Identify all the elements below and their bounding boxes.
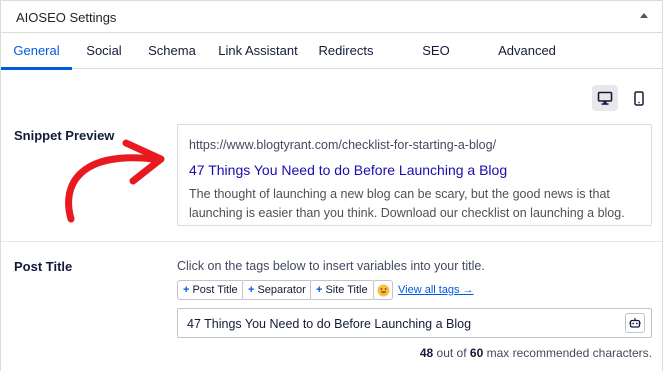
tab-seo-revisions[interactable]: SEO Revisions	[395, 34, 477, 92]
ai-generate-title-button[interactable]	[625, 313, 645, 333]
plus-icon: +	[316, 284, 323, 296]
post-title-input[interactable]: 47 Things You Need to do Before Launchin…	[177, 308, 652, 338]
tab-social[interactable]: Social	[77, 34, 131, 69]
snippet-title-link[interactable]: 47 Things You Need to do Before Launchin…	[189, 162, 507, 178]
character-count: 48 out of 60 max recommended characters.	[420, 346, 652, 360]
tab-general-label: General	[13, 43, 60, 58]
panel-header: AIOSEO Settings	[1, 1, 662, 33]
snippet-description: The thought of launching a new blog can …	[189, 187, 625, 220]
tab-schema[interactable]: Schema	[144, 34, 200, 69]
plus-icon: +	[248, 284, 255, 296]
tab-schema-label: Schema	[148, 43, 196, 58]
mobile-icon	[634, 90, 644, 106]
panel-title: AIOSEO Settings	[16, 10, 117, 25]
char-count-max: 60	[469, 346, 484, 360]
insert-separator-tag-button[interactable]: + Separator	[242, 280, 313, 300]
post-title-input-value: 47 Things You Need to do Before Launchin…	[187, 317, 472, 331]
section-divider	[1, 241, 662, 242]
tab-redirects-label: Redirects	[318, 43, 374, 58]
tab-link-assistant[interactable]: Link Assistant	[216, 34, 300, 69]
desktop-preview-button[interactable]	[592, 85, 618, 111]
tab-link-assistant-label: Link Assistant	[218, 43, 298, 58]
annotation-arrow-icon	[65, 139, 165, 223]
insert-post-title-tag-button[interactable]: + Post Title	[177, 280, 245, 300]
char-count-current: 48	[419, 346, 434, 360]
robot-icon	[629, 318, 641, 328]
snippet-preview-card: https://www.blogtyrant.com/checklist-for…	[177, 124, 652, 226]
mobile-preview-button[interactable]	[626, 85, 652, 111]
post-title-label: Post Title	[14, 259, 73, 274]
char-count-middle: out of	[433, 346, 470, 360]
insert-site-title-tag-button[interactable]: + Site Title	[310, 280, 375, 300]
tab-redirects[interactable]: Redirects	[317, 34, 375, 69]
settings-tabs: General Social Schema Link Assistant Red…	[1, 34, 662, 92]
tag-label: Separator	[257, 284, 306, 296]
emoji-icon	[377, 284, 389, 296]
view-all-tags-link[interactable]: View all tags →	[398, 284, 474, 296]
tab-social-label: Social	[86, 43, 122, 58]
desktop-icon	[597, 91, 613, 105]
char-count-suffix: max recommended characters.	[483, 346, 652, 360]
tab-advanced-label: Advanced	[498, 43, 556, 58]
post-title-help-text: Click on the tags below to insert variab…	[177, 259, 485, 273]
aioseo-settings-panel: AIOSEO Settings General Social Schema Li…	[0, 0, 663, 371]
tag-label: Post Title	[192, 284, 238, 296]
tab-general[interactable]: General	[1, 34, 72, 70]
snippet-url: https://www.blogtyrant.com/checklist-for…	[189, 138, 497, 152]
tag-label: Site Title	[325, 284, 368, 296]
plus-icon: +	[183, 284, 190, 296]
tab-advanced[interactable]: Advanced	[496, 34, 558, 69]
collapse-toggle-icon[interactable]	[640, 13, 648, 18]
emoji-picker-button[interactable]	[373, 280, 393, 300]
